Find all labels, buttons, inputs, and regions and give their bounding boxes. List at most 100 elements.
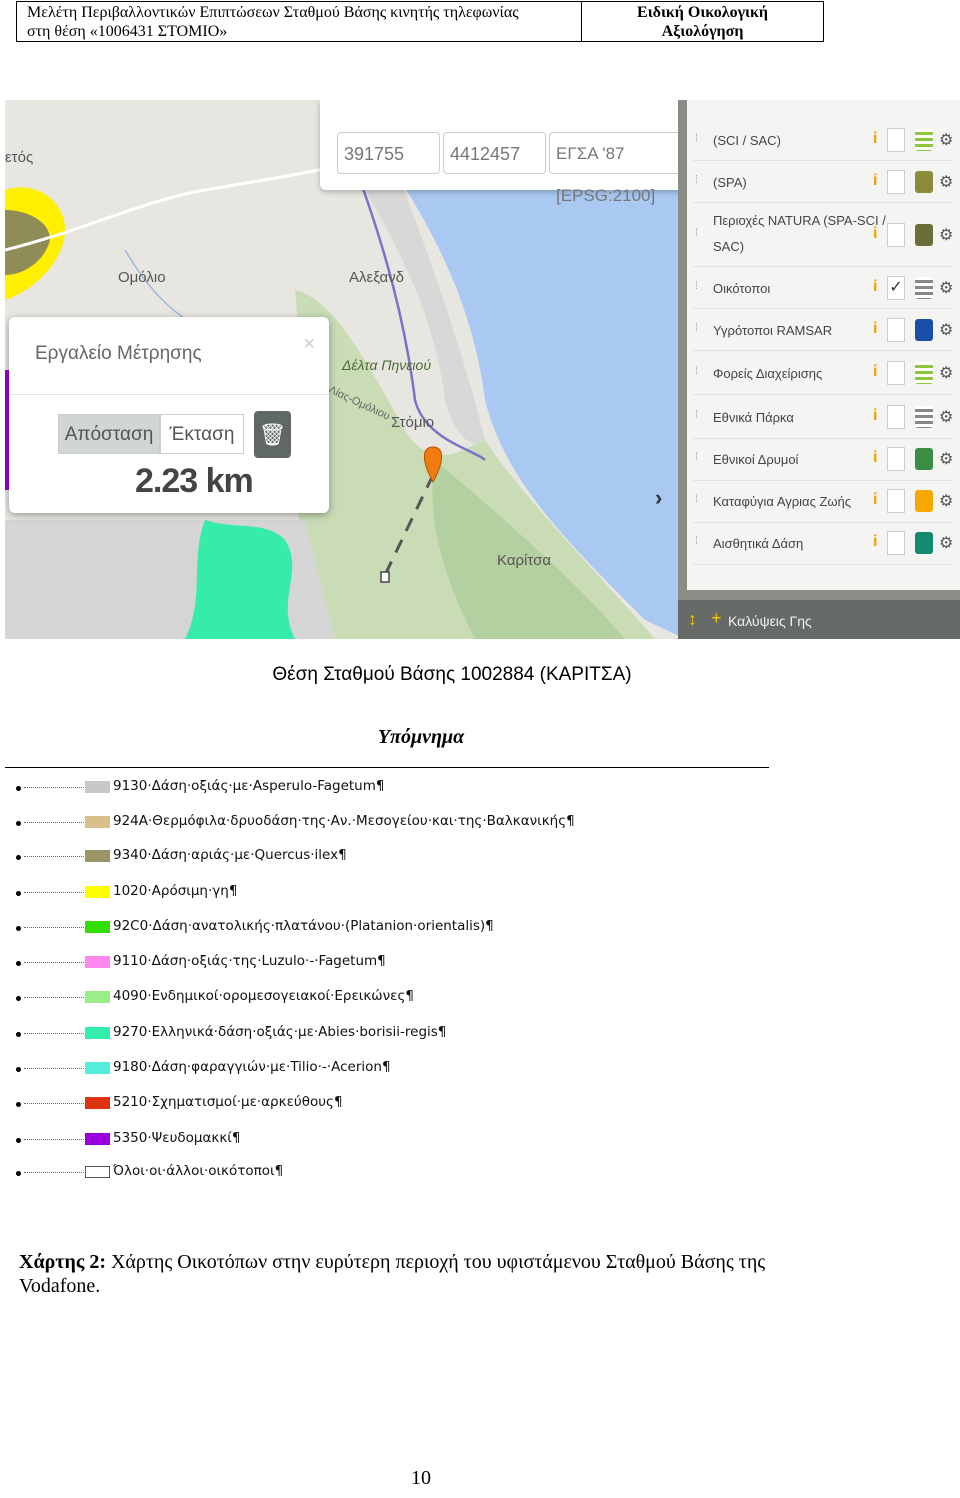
legend-swatch	[85, 1062, 110, 1074]
measure-tool-panel: Εργαλείο Μέτρησης × Απόσταση Έκταση 🗑 2.…	[9, 317, 329, 513]
drag-handle-icon[interactable]: ⁞	[695, 409, 698, 421]
land-cover-bar[interactable]: ↕ + Καλύψεις Γης	[678, 600, 960, 639]
layer-row[interactable]: ⁞ Υγρότοποι RAMSAR i ⚙	[693, 310, 953, 351]
bullet	[16, 926, 21, 931]
layer-row[interactable]: ⁞ Περιοχές NATURA (SPA-SCI / SAC) i ⚙	[693, 204, 953, 267]
bullet	[16, 1032, 21, 1037]
drag-handle-icon[interactable]: ⁞	[695, 174, 698, 186]
drag-handle-icon[interactable]: ⁞	[695, 132, 698, 144]
info-icon[interactable]: i	[873, 172, 877, 190]
layer-name: (SPA)	[713, 175, 747, 190]
layer-name: Αισθητικά Δάση	[713, 536, 804, 551]
gear-icon[interactable]: ⚙	[939, 225, 953, 245]
layer-checkbox[interactable]	[887, 405, 905, 429]
info-icon[interactable]: i	[873, 449, 877, 467]
layer-checkbox[interactable]	[887, 489, 905, 513]
layer-row[interactable]: ⁞ Εθνικοί Δρυμοί i ⚙	[693, 438, 953, 481]
layer-checkbox[interactable]: ✓	[887, 276, 905, 300]
layer-checkbox[interactable]	[887, 361, 905, 385]
layers-panel: ⁞ (SCI / SAC) i ⚙ ⁞ (SPA) i ⚙ ⁞ Περιοχές NATURA (…	[678, 100, 960, 639]
layer-checkbox[interactable]	[887, 223, 905, 247]
info-icon[interactable]: i	[873, 225, 877, 243]
leader-dots	[24, 962, 86, 963]
drag-handle-icon[interactable]: ⁞	[695, 322, 698, 334]
layer-name: Καταφύγια Αγριας Ζωής	[713, 494, 852, 509]
info-icon[interactable]: i	[873, 407, 877, 425]
map-caption: Θέση Σταθμού Βάσης 1002884 (ΚΑΡΙΤΣΑ)	[272, 664, 632, 685]
layer-color-swatch	[915, 532, 933, 554]
x-coordinate-input[interactable]: 391755	[337, 132, 440, 174]
legend-swatch	[85, 956, 110, 968]
legend-swatch	[85, 886, 110, 898]
bullet	[16, 1171, 21, 1176]
drag-handle-icon[interactable]: ⁞	[695, 451, 698, 463]
layer-row[interactable]: ⁞ Εθνικά Πάρκα i ⚙	[693, 396, 953, 439]
land-cover-label: Καλύψεις Γης	[728, 613, 812, 629]
gear-icon[interactable]: ⚙	[939, 449, 953, 469]
layer-checkbox[interactable]	[887, 318, 905, 342]
habitat-map[interactable]: ετός Ομόλιο Αλεξανδ Δέλτα Πηνειού Λίας-Ο…	[5, 100, 960, 639]
layer-color-swatch	[915, 490, 933, 512]
layer-row[interactable]: ⁞ Καταφύγια Αγριας Ζωής i ⚙	[693, 480, 953, 523]
drag-handle-icon[interactable]: ⁞	[695, 227, 698, 239]
gear-icon[interactable]: ⚙	[939, 278, 953, 298]
trash-icon[interactable]: 🗑	[254, 411, 291, 458]
gear-icon[interactable]: ⚙	[939, 172, 953, 192]
legend-list-icon	[915, 362, 933, 384]
legend-swatch	[85, 991, 110, 1003]
distance-button[interactable]: Απόσταση	[58, 414, 160, 454]
drag-handle-icon[interactable]: ⁞	[695, 535, 698, 547]
layer-checkbox[interactable]	[887, 128, 905, 152]
leader-dots	[24, 1139, 86, 1140]
place-label: Ομόλιο	[118, 269, 166, 286]
legend-swatch	[85, 1027, 110, 1039]
drag-handle-icon[interactable]: ⁞	[695, 365, 698, 377]
layer-row[interactable]: ⁞ (SPA) i ⚙	[693, 162, 953, 203]
legend-label: 9340·Δάση·αριάς·με·Quercus·ilex¶	[113, 847, 347, 863]
drag-handle-icon[interactable]: ⁞	[695, 493, 698, 505]
layer-checkbox[interactable]	[887, 447, 905, 471]
layer-checkbox[interactable]	[887, 170, 905, 194]
place-label: Δέλτα Πηνειού	[341, 357, 431, 373]
layer-row[interactable]: ⁞ Αισθητικά Δάση i ⚙	[693, 522, 953, 565]
legend-label: 924Α·Θερμόφιλα·δρυοδάση·της·Αν.·Μεσογείο…	[113, 813, 575, 829]
plus-icon: +	[711, 608, 722, 628]
area-button[interactable]: Έκταση	[160, 414, 244, 454]
legend-swatch	[85, 1166, 110, 1178]
leader-dots	[24, 1033, 86, 1034]
figure-caption-text: Χάρτης Οικοτόπων στην ευρύτερη περιοχή τ…	[19, 1251, 766, 1297]
measurement-value: 2.23 km	[135, 462, 254, 500]
leader-dots	[24, 892, 86, 893]
info-icon[interactable]: i	[873, 130, 877, 148]
info-icon[interactable]: i	[873, 278, 877, 296]
header-section-line2: Αξιολόγηση	[661, 23, 744, 40]
leader-dots	[24, 787, 86, 788]
legend-label: 92C0·Δάση·ανατολικής·πλατάνου·(Platanion…	[113, 918, 494, 934]
gear-icon[interactable]: ⚙	[939, 320, 953, 340]
header-section-title: Ειδική Οικολογική Αξιολόγηση	[582, 2, 823, 41]
layer-checkbox[interactable]	[887, 531, 905, 555]
gear-icon[interactable]: ⚙	[939, 130, 953, 150]
gear-icon[interactable]: ⚙	[939, 491, 953, 511]
info-icon[interactable]: i	[873, 320, 877, 338]
leader-dots	[24, 1172, 86, 1173]
layer-row[interactable]: ⁞ Φορείς Διαχείρισης i ⚙	[693, 352, 953, 395]
legend-swatch	[85, 921, 110, 933]
info-icon[interactable]: i	[873, 491, 877, 509]
layer-row[interactable]: ⁞ Οικότοποι i ✓ ⚙	[693, 268, 953, 309]
y-coordinate-input[interactable]: 4412457	[443, 132, 546, 174]
gear-icon[interactable]: ⚙	[939, 407, 953, 427]
header-title-line2: στη θέση «1006431 ΣΤΟΜΙΟ»	[27, 23, 228, 40]
legend-swatch	[85, 1097, 110, 1109]
layer-row[interactable]: ⁞ (SCI / SAC) i ⚙	[693, 120, 953, 161]
close-icon[interactable]: ×	[303, 333, 315, 356]
info-icon[interactable]: i	[873, 363, 877, 381]
gear-icon[interactable]: ⚙	[939, 363, 953, 383]
gear-icon[interactable]: ⚙	[939, 533, 953, 553]
drag-handle-icon[interactable]: ⁞	[695, 280, 698, 292]
legend-label: 9270·Ελληνικά·δάση·οξιάς·με·Abies·borisi…	[113, 1024, 447, 1040]
legend-label: 9130·Δάση·οξιάς·με·Asperulo-Fagetum¶	[113, 778, 385, 794]
info-icon[interactable]: i	[873, 533, 877, 551]
leader-dots	[24, 856, 86, 857]
sort-icon: ↕	[688, 609, 697, 629]
